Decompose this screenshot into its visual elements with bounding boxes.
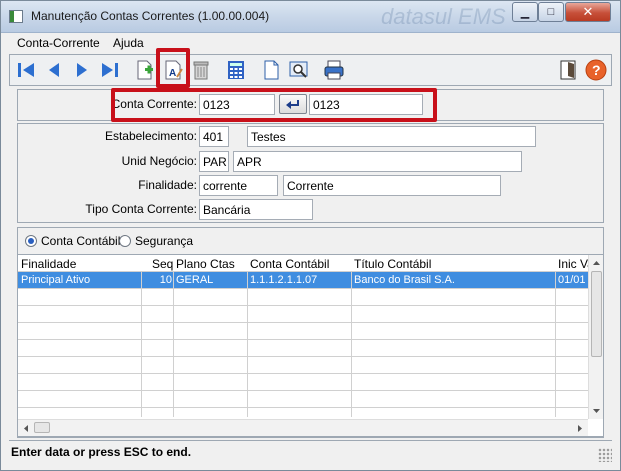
cell-conta: 1.1.1.2.1.1.07 — [250, 274, 318, 286]
table-row[interactable] — [18, 391, 588, 408]
cell-plano: GERAL — [176, 274, 214, 286]
conta-corrente-highlight — [111, 88, 437, 122]
menu-bar: Conta-Corrente Ajuda — [1, 34, 620, 54]
table-row[interactable] — [18, 374, 588, 391]
add-icon[interactable] — [133, 58, 157, 82]
status-bar: Enter data or press ESC to end. — [9, 440, 612, 462]
unid-negocio-code-field[interactable]: PAR — [199, 151, 229, 172]
estabelecimento-label: Estabelecimento: — [104, 129, 197, 143]
first-icon[interactable] — [14, 58, 38, 82]
table-row[interactable]: Principal Ativo 10 GERAL 1.1.1.2.1.1.07 … — [18, 272, 588, 289]
resize-grip-icon[interactable] — [598, 448, 612, 462]
table-row[interactable] — [18, 357, 588, 374]
scroll-down-icon[interactable] — [589, 405, 604, 417]
next-icon[interactable] — [70, 58, 94, 82]
document-icon[interactable] — [259, 58, 283, 82]
edit-button-highlight — [156, 48, 190, 88]
finalidade-label: Finalidade: — [138, 178, 197, 192]
column-divider — [555, 272, 556, 417]
tipo-conta-field[interactable]: Bancária — [199, 199, 313, 220]
horizontal-scrollbar[interactable] — [18, 419, 588, 436]
minimize-button[interactable]: ▁ — [512, 2, 538, 22]
col-plano-ctas[interactable]: Plano Ctas — [176, 257, 235, 271]
radio-conta-contabil[interactable]: Conta Contábil — [25, 234, 120, 248]
finalidade-name: Corrente — [283, 175, 501, 196]
zoom-icon[interactable] — [287, 58, 311, 82]
status-message: Enter data or press ESC to end. — [11, 445, 192, 459]
col-finalidade[interactable]: Finalidade — [21, 257, 76, 271]
col-conta-contabil[interactable]: Conta Contábil — [250, 257, 329, 271]
last-icon[interactable] — [98, 58, 122, 82]
scroll-left-icon[interactable] — [20, 421, 32, 436]
table-row[interactable] — [18, 340, 588, 357]
window-title: Manutenção Contas Correntes (1.00.00.004… — [31, 9, 270, 23]
column-divider — [351, 272, 352, 417]
maximize-button[interactable]: □ — [538, 2, 564, 22]
table-row[interactable] — [18, 289, 588, 306]
app-icon — [9, 10, 23, 23]
radio-conta-contabil-label: Conta Contábil — [41, 234, 121, 248]
close-button[interactable]: ✕ — [565, 2, 611, 22]
scroll-thumb[interactable] — [591, 271, 602, 357]
finalidade-code-field[interactable]: corrente — [199, 175, 278, 196]
estabelecimento-code-field[interactable]: 401 — [199, 126, 229, 147]
exit-icon[interactable] — [556, 58, 580, 82]
scroll-up-icon[interactable] — [589, 257, 604, 269]
scroll-right-icon[interactable] — [574, 421, 586, 436]
vertical-scrollbar[interactable] — [588, 255, 603, 419]
previous-icon[interactable] — [42, 58, 66, 82]
print-icon[interactable] — [322, 58, 346, 82]
help-icon[interactable]: ? — [584, 58, 608, 82]
column-divider — [141, 272, 142, 417]
app-window: Manutenção Contas Correntes (1.00.00.004… — [0, 0, 621, 471]
table-row[interactable] — [18, 323, 588, 340]
unid-negocio-name: APR — [233, 151, 522, 172]
brand-watermark: datasul EMS — [381, 4, 506, 29]
cell-titulo: Banco do Brasil S.A. — [354, 274, 455, 286]
col-titulo-contabil[interactable]: Título Contábil — [354, 257, 431, 271]
radio-seguranca-label: Segurança — [135, 234, 194, 248]
col-inic-va[interactable]: Inic Va — [558, 257, 588, 271]
calculator-icon[interactable] — [224, 58, 248, 82]
column-divider — [173, 272, 174, 417]
accounts-table: Finalidade Seq Plano Ctas Conta Contábil… — [17, 254, 604, 437]
title-bar[interactable]: Manutenção Contas Correntes (1.00.00.004… — [1, 1, 620, 33]
svg-text:?: ? — [592, 62, 601, 78]
radio-seguranca[interactable]: Segurança — [119, 234, 193, 248]
col-seq[interactable]: Seq — [152, 257, 173, 271]
table-header: Finalidade Seq Plano Ctas Conta Contábil… — [18, 255, 588, 272]
column-divider — [247, 272, 248, 417]
estabelecimento-name: Testes — [247, 126, 536, 147]
radio-selected-icon — [25, 235, 37, 247]
hscroll-thumb[interactable] — [34, 422, 50, 433]
cell-finalidade: Principal Ativo — [21, 274, 91, 286]
cell-inic: 01/01 — [558, 274, 586, 286]
menu-conta-corrente[interactable]: Conta-Corrente — [17, 36, 100, 50]
cell-seq: 10 — [159, 274, 172, 286]
radio-unselected-icon — [119, 235, 131, 247]
table-row[interactable] — [18, 306, 588, 323]
delete-icon[interactable] — [189, 58, 213, 82]
toolbar: A ? — [9, 54, 612, 86]
tipo-conta-label: Tipo Conta Corrente: — [85, 202, 197, 216]
menu-ajuda[interactable]: Ajuda — [113, 36, 144, 50]
unid-negocio-label: Unid Negócio: — [121, 154, 197, 168]
